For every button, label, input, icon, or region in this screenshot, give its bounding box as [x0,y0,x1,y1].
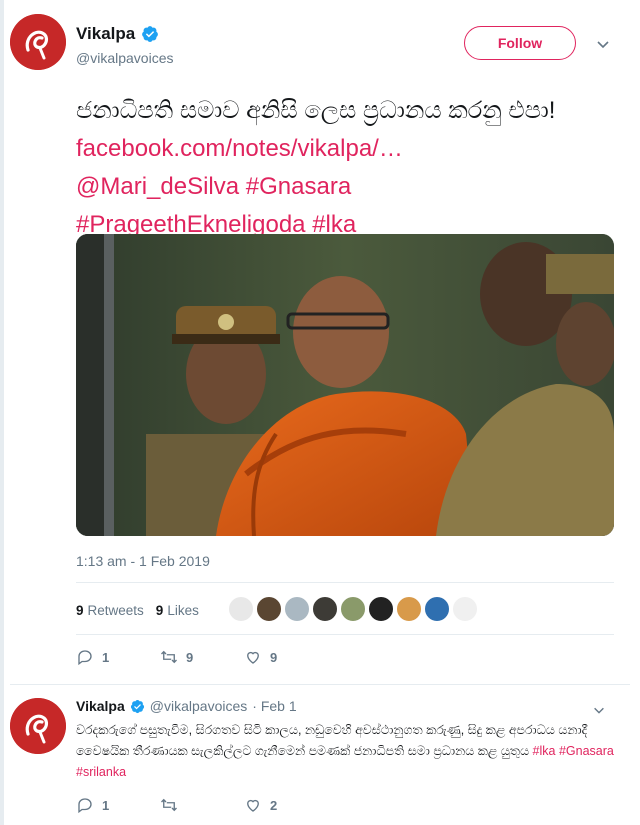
liker-avatar[interactable] [312,596,338,622]
reply-text-plain: වරදකරුගේ පසුතැවීම, සිරගතව සිටි කාලය, නඩු… [76,723,588,758]
reply-header: Vikalpa @vikalpavoices · Feb 1 [76,698,297,714]
divider [76,582,614,583]
divider [76,634,614,635]
left-border [0,0,4,825]
reply-icon [78,798,92,814]
retweet-icon [161,650,177,664]
tweet-photo[interactable] [76,234,614,536]
tweet-text-plain: ජනාධිපති සමාව අනිසි ලෙස ප්‍රධානය කරනු එප… [76,97,556,124]
retweet-icon [161,798,177,812]
author-handle[interactable]: @vikalpavoices [76,50,173,66]
facebook-link[interactable]: facebook.com/notes/vikalpa/… [76,135,403,162]
tweet-stats: 9 Retweets 9 Likes [76,598,211,622]
hashtag-gnasara[interactable]: #Gnasara [246,173,351,200]
reply-count: 1 [102,649,110,665]
author-avatar[interactable] [10,14,66,70]
reply-button[interactable]: 1 [76,648,160,666]
reply-author-avatar[interactable] [10,698,66,754]
reply-button[interactable]: 1 [76,796,160,814]
hashtag-gnasara[interactable]: #Gnasara [559,744,614,758]
verified-badge-icon [130,699,144,713]
retweet-button[interactable]: 9 [160,648,244,666]
liker-avatar[interactable] [424,596,450,622]
liker-avatars [228,596,478,622]
like-button[interactable]: 2 [244,796,328,814]
reply-actions: 1 2 [76,796,328,814]
retweets-stat[interactable]: 9 Retweets [76,603,144,618]
retweet-button[interactable] [160,796,244,814]
tweet-text: ජනාධිපති සමාව අනිසි ලෙස ප්‍රධානය කරනු එප… [76,92,616,244]
liker-avatar[interactable] [396,596,422,622]
like-count: 9 [270,649,278,665]
verified-badge-icon [142,26,159,42]
liker-avatar[interactable] [340,596,366,622]
like-count: 2 [270,797,278,813]
hashtag-lka[interactable]: #lka [533,744,556,758]
divider [10,684,630,685]
liker-avatar[interactable] [284,596,310,622]
like-button[interactable]: 9 [244,648,328,666]
reply-author-name[interactable]: Vikalpa [76,698,125,714]
chevron-down-icon[interactable] [595,36,611,52]
tweet-actions: 1 9 9 [76,648,328,666]
tweet-timestamp[interactable]: 1:13 am - 1 Feb 2019 [76,553,210,569]
retweet-count: 9 [186,649,194,665]
hashtag-srilanka[interactable]: #srilanka [76,765,126,779]
reply-text: වරදකරුගේ පසුතැවීම, සිරගතව සිටි කාලය, නඩු… [76,720,616,783]
reply-count: 1 [102,797,110,813]
reply-author-handle[interactable]: @vikalpavoices [150,698,247,714]
liker-avatar[interactable] [228,596,254,622]
liker-avatar[interactable] [368,596,394,622]
reply-icon [78,650,92,666]
liker-avatar[interactable] [452,596,478,622]
author-name[interactable]: Vikalpa [76,24,135,44]
follow-button[interactable]: Follow [464,26,576,60]
tweet-header: Vikalpa @vikalpavoices Follow [10,14,630,74]
reply-date[interactable]: · Feb 1 [252,698,296,714]
liker-avatar[interactable] [256,596,282,622]
like-icon [247,651,259,664]
chevron-down-icon[interactable] [592,703,606,717]
like-icon [247,799,259,812]
mention-mari-desilva[interactable]: @Mari_deSilva [76,173,239,200]
likes-stat[interactable]: 9 Likes [156,603,199,618]
